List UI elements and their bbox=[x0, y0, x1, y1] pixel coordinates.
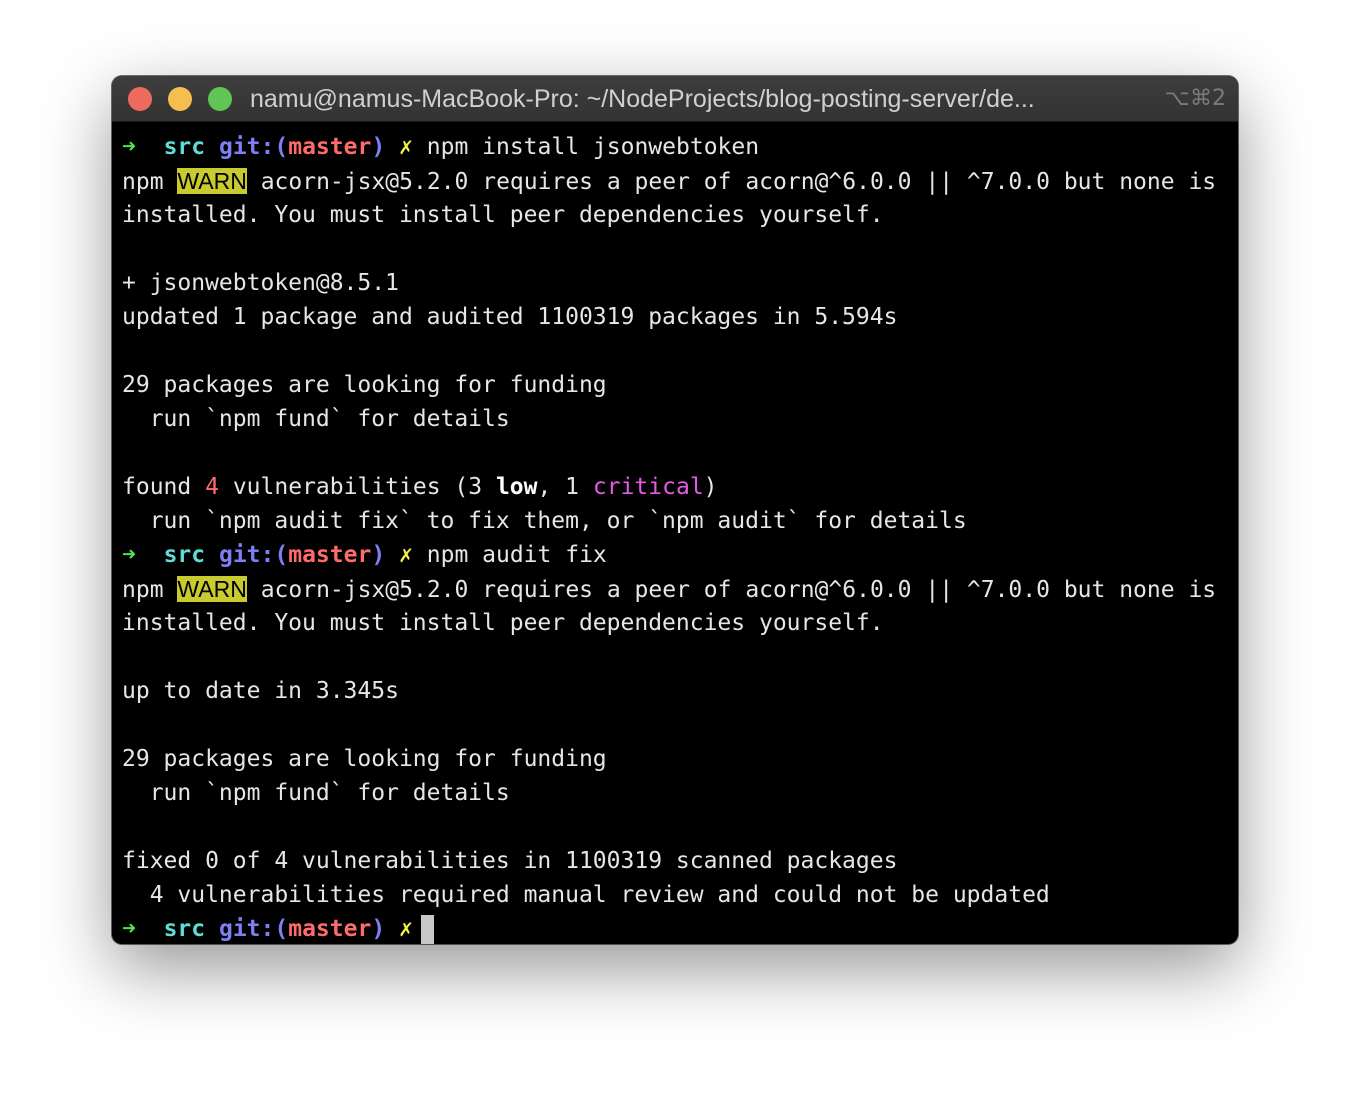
output-line: 4 vulnerabilities required manual review… bbox=[122, 882, 1050, 908]
severity-low: low bbox=[495, 474, 538, 500]
output-line: npm WARN acorn-jsx@5.2.0 requires a peer… bbox=[122, 572, 1238, 606]
prompt-branch: master bbox=[288, 916, 372, 942]
found-sep: , 1 bbox=[537, 474, 580, 500]
prompt-arrow-icon: ➜ bbox=[122, 134, 136, 160]
warn-prefix: npm bbox=[122, 577, 164, 603]
warn-text: acorn-jsx@5.2.0 requires a peer of acorn… bbox=[260, 169, 1217, 195]
warn-text: acorn-jsx@5.2.0 requires a peer of acorn… bbox=[260, 577, 1217, 603]
prompt-dir: src bbox=[163, 916, 206, 942]
prompt-dirty-icon: ✗ bbox=[399, 916, 413, 942]
prompt-line: ➜ src git:(master) ✗ npm install jsonweb… bbox=[122, 130, 1238, 164]
command-text: npm install jsonwebtoken bbox=[426, 134, 760, 160]
severity-critical: critical bbox=[592, 474, 704, 500]
output-line: 29 packages are looking for funding bbox=[122, 746, 607, 772]
output-line: run `npm fund` for details bbox=[122, 780, 510, 806]
prompt-arrow-icon: ➜ bbox=[122, 916, 136, 942]
output-line: fixed 0 of 4 vulnerabilities in 1100319 … bbox=[122, 848, 898, 874]
prompt-line: ➜ src git:(master) ✗ npm audit fix bbox=[122, 538, 1238, 572]
close-button[interactable] bbox=[128, 87, 152, 111]
found-end: ) bbox=[703, 474, 718, 500]
prompt-dir: src bbox=[163, 542, 206, 568]
output-line: 29 packages are looking for funding bbox=[122, 372, 607, 398]
output-line: run `npm audit fix` to fix them, or `npm… bbox=[122, 508, 967, 534]
vulnerability-summary: found 4 vulnerabilities (3 low, 1 critic… bbox=[122, 470, 1238, 504]
command-text: npm audit fix bbox=[426, 542, 607, 568]
terminal-output[interactable]: ➜ src git:(master) ✗ npm install jsonweb… bbox=[112, 122, 1238, 944]
tab-shortcut: ⌥⌘2 bbox=[1164, 86, 1226, 111]
output-line: npm WARN acorn-jsx@5.2.0 requires a peer… bbox=[122, 164, 1238, 198]
found-prefix: found bbox=[122, 474, 192, 500]
output-line: installed. You must install peer depende… bbox=[122, 610, 884, 636]
prompt-git: git:( bbox=[218, 134, 289, 160]
window-title: namu@namus-MacBook-Pro: ~/NodeProjects/b… bbox=[250, 85, 1035, 113]
maximize-button[interactable] bbox=[208, 87, 232, 111]
title-bar[interactable]: namu@namus-MacBook-Pro: ~/NodeProjects/b… bbox=[112, 76, 1238, 122]
prompt-dirty-icon: ✗ bbox=[399, 542, 413, 568]
output-line: up to date in 3.345s bbox=[122, 678, 399, 704]
warn-badge: WARN bbox=[177, 168, 247, 194]
prompt-git: git:( bbox=[218, 542, 289, 568]
prompt-arrow-icon: ➜ bbox=[122, 542, 136, 568]
minimize-button[interactable] bbox=[168, 87, 192, 111]
output-line: run `npm fund` for details bbox=[122, 406, 510, 432]
prompt-git-close: ) bbox=[371, 134, 386, 160]
prompt-dir: src bbox=[163, 134, 206, 160]
terminal-window: namu@namus-MacBook-Pro: ~/NodeProjects/b… bbox=[112, 76, 1238, 944]
prompt-branch: master bbox=[288, 134, 372, 160]
output-line: installed. You must install peer depende… bbox=[122, 202, 884, 228]
warn-badge: WARN bbox=[177, 576, 247, 602]
prompt-git: git:( bbox=[218, 916, 289, 942]
output-line: + jsonwebtoken@8.5.1 bbox=[122, 270, 399, 296]
warn-prefix: npm bbox=[122, 169, 164, 195]
prompt-dirty-icon: ✗ bbox=[399, 134, 413, 160]
prompt-git-close: ) bbox=[371, 916, 386, 942]
prompt-branch: master bbox=[288, 542, 372, 568]
prompt-git-close: ) bbox=[371, 542, 386, 568]
prompt-line: ➜ src git:(master) ✗ bbox=[122, 912, 1238, 944]
cursor[interactable] bbox=[420, 914, 434, 944]
found-mid: vulnerabilities (3 bbox=[232, 474, 483, 500]
found-count: 4 bbox=[205, 474, 219, 500]
output-line: updated 1 package and audited 1100319 pa… bbox=[122, 304, 898, 330]
